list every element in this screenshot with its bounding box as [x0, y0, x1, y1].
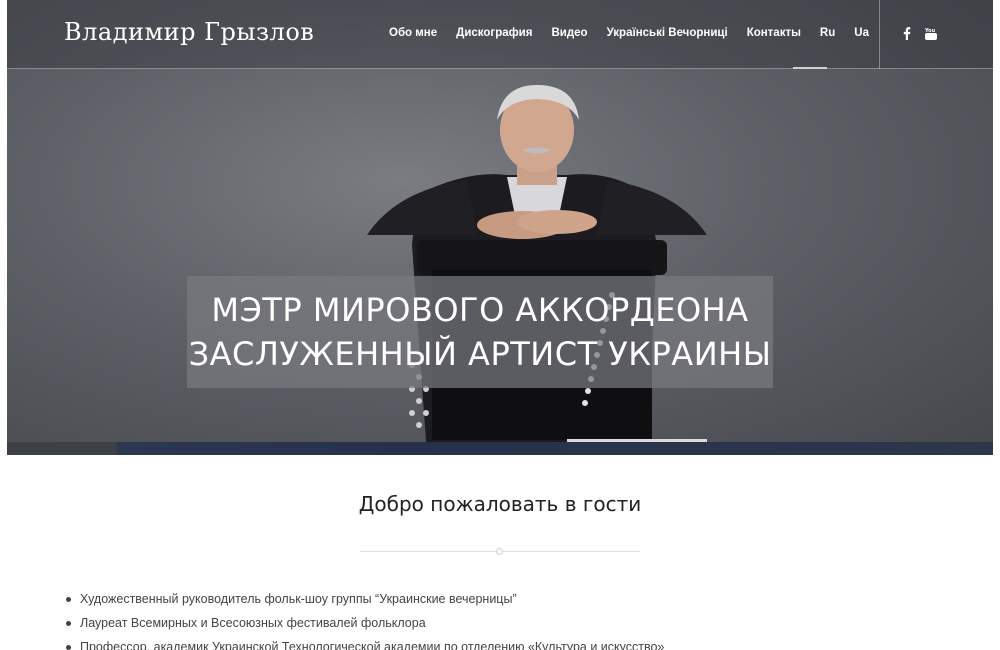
nav-item-video[interactable]: Видео — [551, 27, 587, 39]
hero-title-line-2: ЗАСЛУЖЕННЫЙ АРТИСТ УКРАИНЫ — [188, 335, 772, 373]
nav-item-ukrainian-evenings[interactable]: Українські Вечорниці — [607, 27, 728, 39]
nav-item-contacts[interactable]: Контакты — [747, 27, 801, 39]
hero-bottom-strip — [7, 442, 993, 455]
hero-caption: МЭТР МИРОВОГО АККОРДЕОНА ЗАСЛУЖЕННЫЙ АРТ… — [187, 276, 773, 388]
facebook-icon[interactable] — [900, 26, 914, 40]
nav-item-discography[interactable]: Дискография — [456, 27, 532, 39]
social-links: You — [900, 26, 938, 40]
site-logo[interactable]: Владимир Грызлов — [64, 18, 314, 46]
nav-divider — [879, 0, 880, 69]
active-nav-indicator — [793, 67, 827, 69]
nav-item-lang-ru[interactable]: Ru — [820, 27, 835, 39]
list-item: Профессор, академик Украинской Технологи… — [64, 635, 664, 650]
hero-title-line-1: МЭТР МИРОВОГО АККОРДЕОНА — [211, 291, 749, 329]
bio-list: Художественный руководитель фольк-шоу гр… — [64, 587, 664, 650]
list-item: Лауреат Всемирных и Всесоюзных фестивале… — [64, 611, 664, 635]
nav-item-about[interactable]: Обо мне — [389, 27, 437, 39]
top-navbar: Владимир Грызлов Обо мне Дискография Вид… — [7, 0, 993, 69]
welcome-title: Добро пожаловать в гости — [358, 492, 642, 516]
main-nav: Обо мне Дискография Видео Українські Веч… — [389, 27, 888, 39]
list-item: Художественный руководитель фольк-шоу гр… — [64, 587, 664, 611]
separator-dot — [496, 548, 503, 555]
nav-item-lang-ua[interactable]: Ua — [854, 27, 869, 39]
hero-banner: Владимир Грызлов Обо мне Дискография Вид… — [7, 0, 993, 455]
youtube-icon[interactable]: You — [924, 26, 938, 40]
hero-photo-musician — [367, 85, 707, 455]
